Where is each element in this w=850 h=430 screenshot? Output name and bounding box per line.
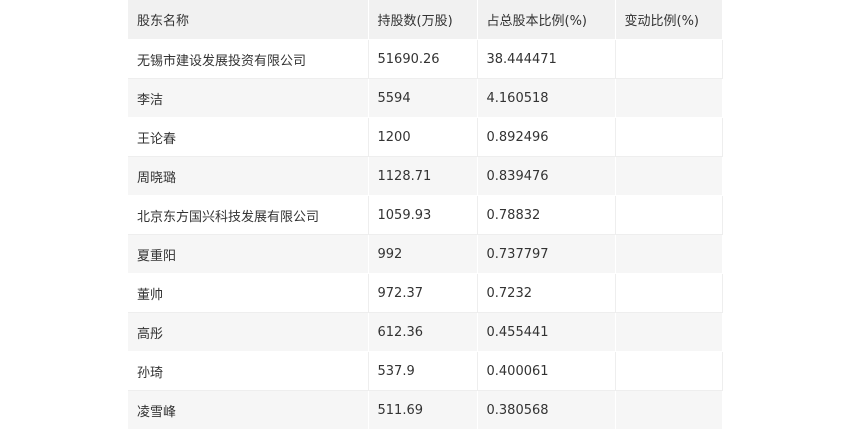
cell-share-ratio: 0.380568 (477, 390, 616, 430)
header-shares-held: 持股数(万股) (368, 0, 478, 40)
header-shareholder-name: 股东名称 (128, 0, 369, 40)
cell-change-ratio (615, 234, 723, 274)
cell-share-ratio: 0.839476 (477, 156, 616, 196)
cell-change-ratio (615, 117, 723, 157)
cell-shareholder-name: 夏重阳 (128, 234, 369, 274)
table-row: 王论春 1200 0.892496 (128, 117, 723, 157)
table-row: 董帅 972.37 0.7232 (128, 273, 723, 313)
table-body: 无锡市建设发展投资有限公司 51690.26 38.444471 李洁 5594… (128, 39, 723, 430)
cell-shares-held: 1128.71 (368, 156, 478, 196)
table-row: 孙琦 537.9 0.400061 (128, 351, 723, 391)
header-change-ratio: 变动比例(%) (615, 0, 723, 40)
table-row: 李洁 5594 4.160518 (128, 78, 723, 118)
cell-change-ratio (615, 39, 723, 79)
cell-shareholder-name: 无锡市建设发展投资有限公司 (128, 39, 369, 79)
cell-shareholder-name: 北京东方国兴科技发展有限公司 (128, 195, 369, 235)
cell-shareholder-name: 董帅 (128, 273, 369, 313)
cell-shares-held: 5594 (368, 78, 478, 118)
table-row: 无锡市建设发展投资有限公司 51690.26 38.444471 (128, 39, 723, 79)
table-header: 股东名称 持股数(万股) 占总股本比例(%) 变动比例(%) (128, 0, 723, 40)
cell-shares-held: 511.69 (368, 390, 478, 430)
cell-share-ratio: 0.7232 (477, 273, 616, 313)
cell-shareholder-name: 高彤 (128, 312, 369, 352)
table-row: 凌雪峰 511.69 0.380568 (128, 390, 723, 430)
cell-shareholder-name: 凌雪峰 (128, 390, 369, 430)
cell-change-ratio (615, 312, 723, 352)
table-row: 夏重阳 992 0.737797 (128, 234, 723, 274)
cell-change-ratio (615, 78, 723, 118)
header-row: 股东名称 持股数(万股) 占总股本比例(%) 变动比例(%) (128, 0, 723, 40)
cell-share-ratio: 0.400061 (477, 351, 616, 391)
header-share-ratio: 占总股本比例(%) (477, 0, 616, 40)
cell-change-ratio (615, 273, 723, 313)
cell-shareholder-name: 李洁 (128, 78, 369, 118)
cell-shares-held: 1200 (368, 117, 478, 157)
cell-shareholder-name: 孙琦 (128, 351, 369, 391)
table-row: 北京东方国兴科技发展有限公司 1059.93 0.78832 (128, 195, 723, 235)
cell-change-ratio (615, 390, 723, 430)
cell-share-ratio: 0.78832 (477, 195, 616, 235)
table-row: 高彤 612.36 0.455441 (128, 312, 723, 352)
cell-share-ratio: 0.737797 (477, 234, 616, 274)
cell-shares-held: 1059.93 (368, 195, 478, 235)
cell-shares-held: 992 (368, 234, 478, 274)
cell-change-ratio (615, 351, 723, 391)
cell-shares-held: 51690.26 (368, 39, 478, 79)
cell-shares-held: 537.9 (368, 351, 478, 391)
cell-shares-held: 972.37 (368, 273, 478, 313)
cell-shares-held: 612.36 (368, 312, 478, 352)
cell-share-ratio: 38.444471 (477, 39, 616, 79)
shareholder-table-container: 股东名称 持股数(万股) 占总股本比例(%) 变动比例(%) 无锡市建设发展投资… (128, 0, 723, 430)
cell-share-ratio: 0.455441 (477, 312, 616, 352)
cell-shareholder-name: 王论春 (128, 117, 369, 157)
cell-change-ratio (615, 156, 723, 196)
shareholder-table: 股东名称 持股数(万股) 占总股本比例(%) 变动比例(%) 无锡市建设发展投资… (128, 0, 723, 430)
cell-change-ratio (615, 195, 723, 235)
cell-shareholder-name: 周晓璐 (128, 156, 369, 196)
cell-share-ratio: 0.892496 (477, 117, 616, 157)
table-row: 周晓璐 1128.71 0.839476 (128, 156, 723, 196)
cell-share-ratio: 4.160518 (477, 78, 616, 118)
